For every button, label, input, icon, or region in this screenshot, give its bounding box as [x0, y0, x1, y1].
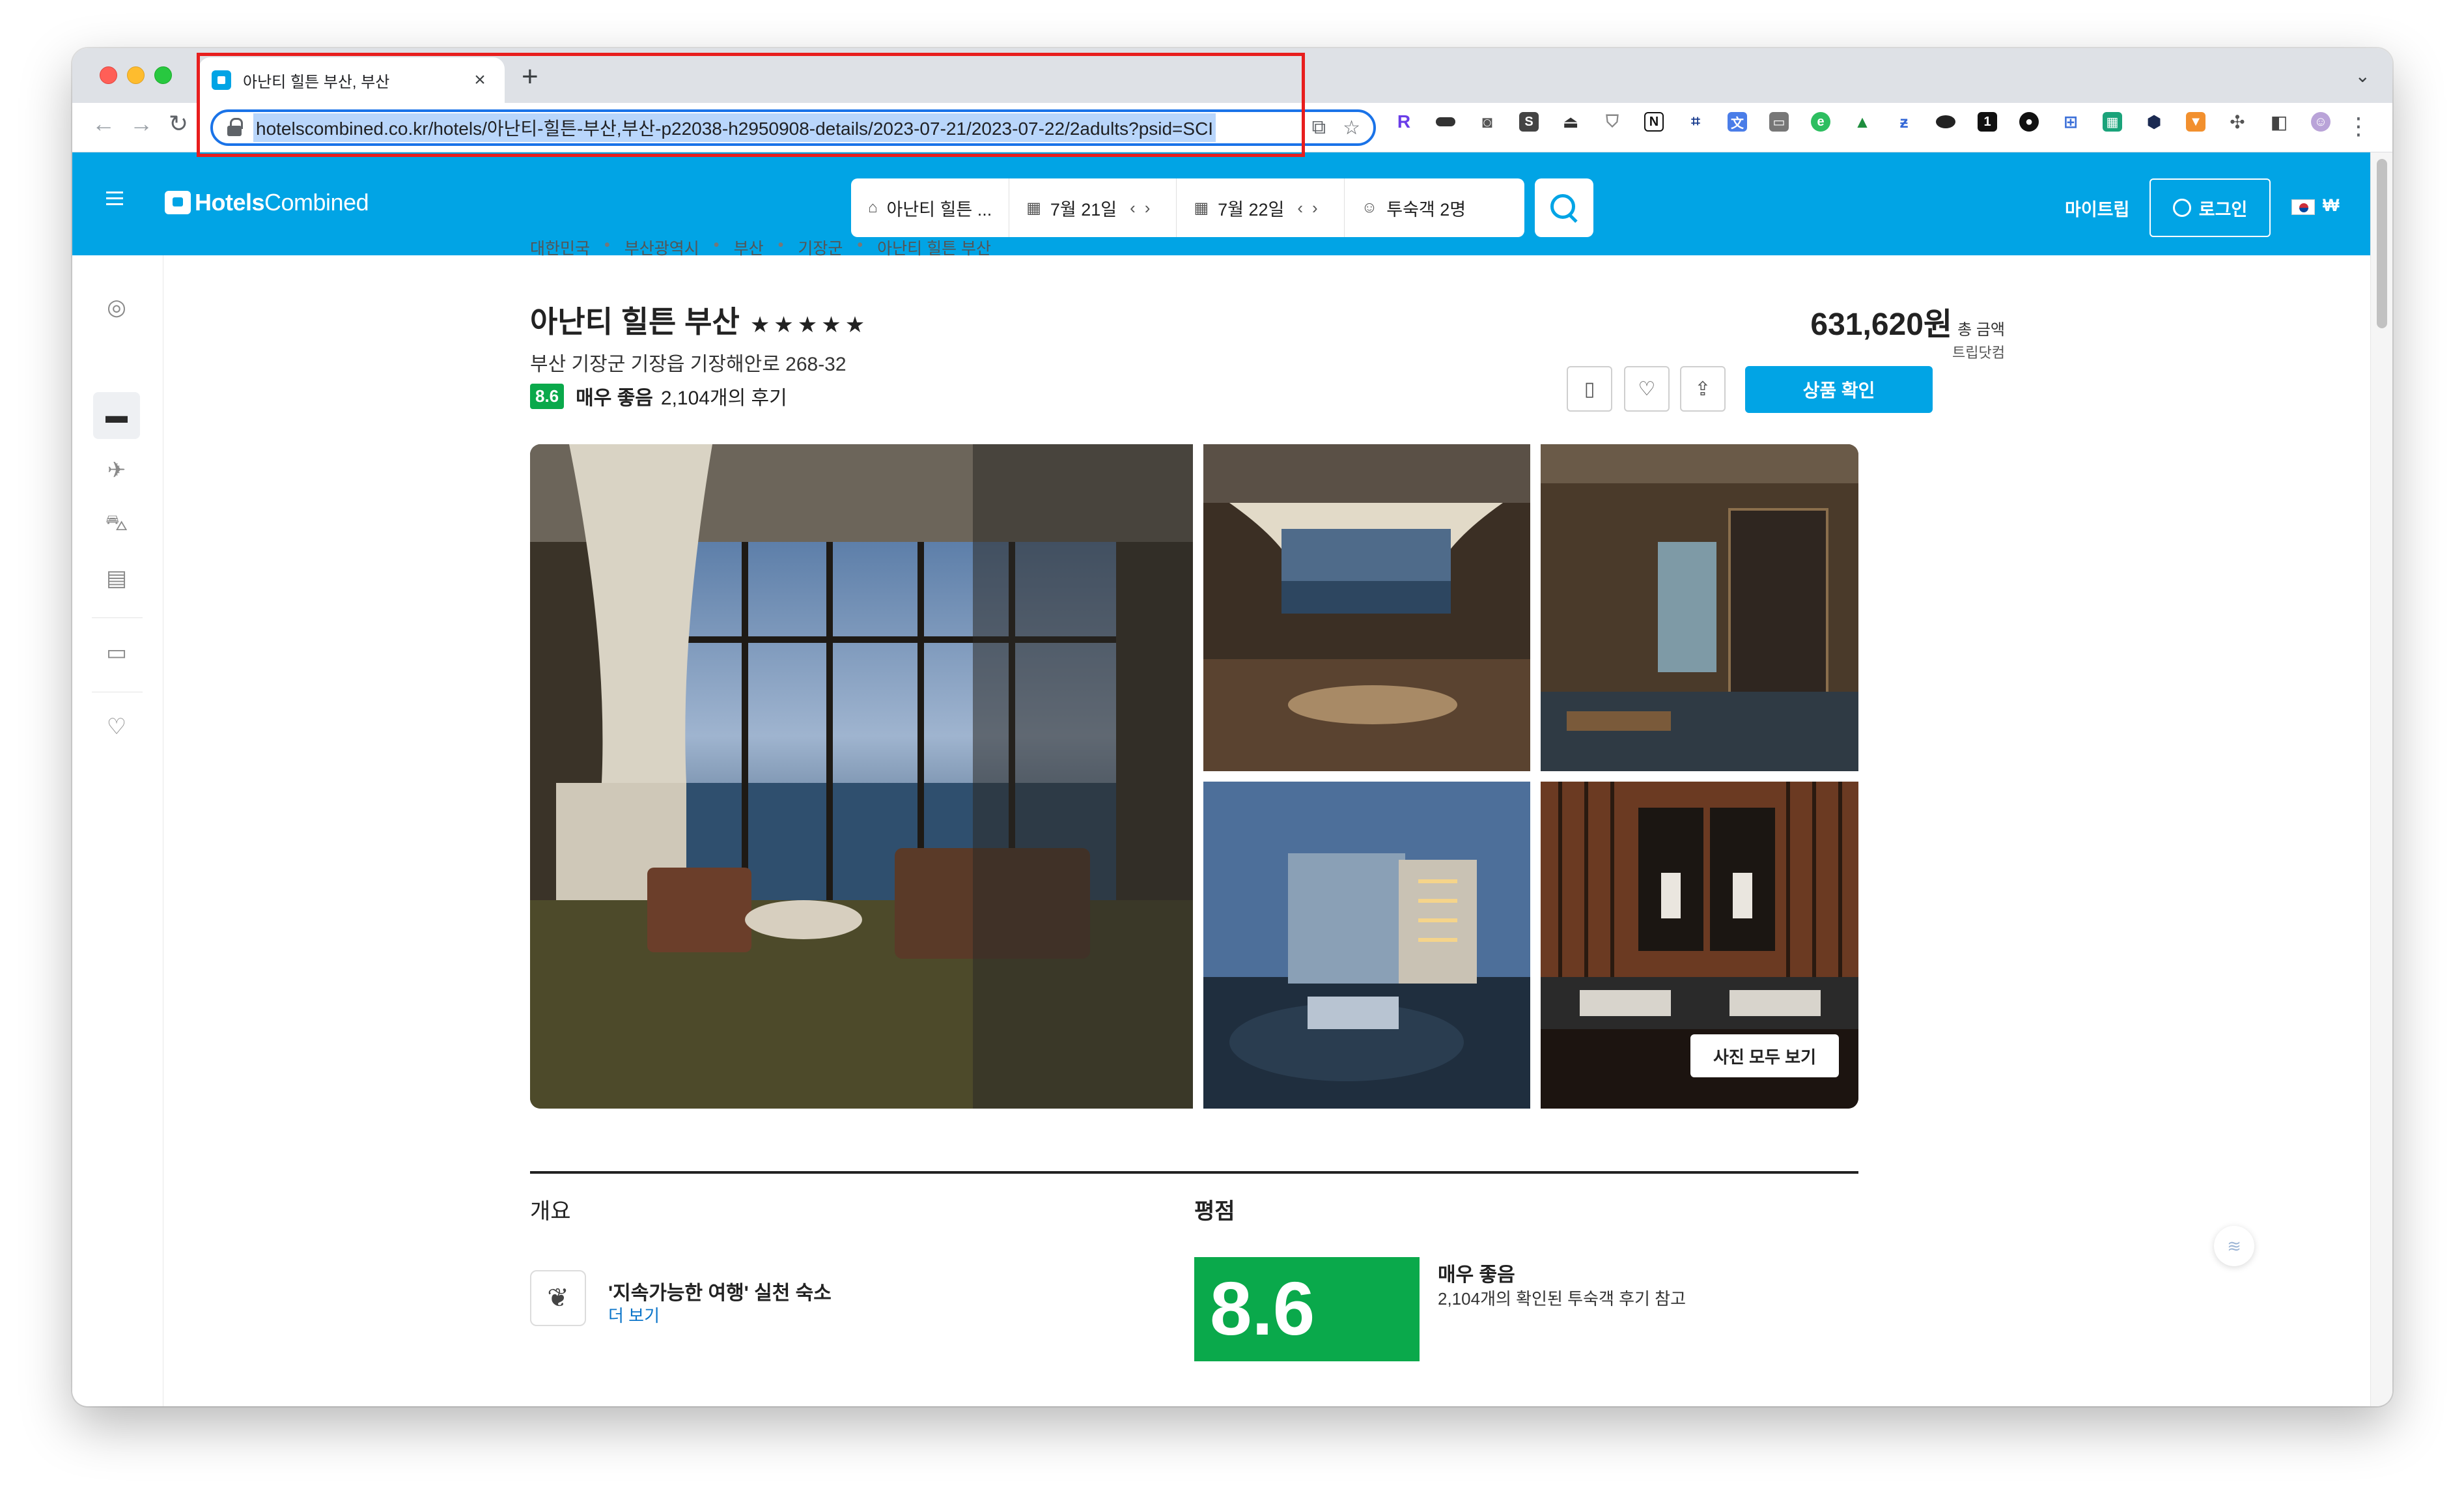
- breadcrumb-separator: •: [713, 236, 720, 254]
- price-amount: 631,620원: [1810, 307, 1953, 342]
- gallery-photo-exterior[interactable]: [1203, 782, 1530, 1109]
- score-badge: 8.6: [530, 383, 565, 409]
- overall-score-label: 매우 좋음: [1438, 1264, 1515, 1286]
- review-count: 2,104개의 후기: [660, 388, 787, 409]
- eco-more-link[interactable]: 더 보기: [608, 1303, 660, 1327]
- breadcrumb-item[interactable]: 대한민국: [530, 236, 590, 259]
- view-all-photos-button[interactable]: 사진 모두 보기: [1690, 1034, 1839, 1077]
- breadcrumb-separator: •: [857, 236, 863, 254]
- overview-heading: 개요: [530, 1199, 571, 1224]
- breadcrumb-separator: •: [604, 236, 610, 254]
- gallery-photo-bathroom[interactable]: [1541, 444, 1858, 771]
- breadcrumb-item[interactable]: 아난티 힐튼 부산: [877, 236, 991, 259]
- heart-icon: ♡: [1638, 378, 1656, 400]
- gallery-photo-lobby[interactable]: [1203, 444, 1530, 771]
- save-button[interactable]: ♡: [1624, 366, 1670, 412]
- price-label: 총 금액: [1957, 321, 2005, 339]
- hotel-name: 아난티 힐튼 부산 ★★★★★: [530, 298, 869, 341]
- feedback-float-icon[interactable]: ≋: [2214, 1226, 2254, 1266]
- check-deal-button[interactable]: 상품 확인: [1745, 366, 1933, 413]
- rating-summary[interactable]: 8.6 매우 좋음 2,104개의 후기: [530, 382, 787, 410]
- share-icon: ⇪: [1694, 378, 1711, 400]
- breadcrumb: 대한민국 • 부산광역시 • 부산 • 기장군 • 아난티 힐튼 부산: [530, 236, 991, 259]
- map-button[interactable]: ▯: [1567, 366, 1612, 412]
- overall-score-subtitle: 2,104개의 확인된 투숙객 후기 참고: [1438, 1289, 1686, 1309]
- rating-label: 매우 좋음: [576, 388, 653, 409]
- breadcrumb-item[interactable]: 기장군: [798, 236, 843, 259]
- overall-score: 8.6: [1194, 1257, 1420, 1361]
- hotel-name-text: 아난티 힐튼 부산: [530, 305, 740, 339]
- leaf-icon: ❦: [530, 1270, 586, 1326]
- map-icon: ▯: [1584, 378, 1595, 400]
- share-button[interactable]: ⇪: [1680, 366, 1726, 412]
- star-rating: ★★★★★: [749, 313, 869, 337]
- eco-title: '지속가능한 여행' 실천 숙소: [608, 1282, 832, 1304]
- gallery-photo-lounge[interactable]: [530, 444, 1193, 1109]
- breadcrumb-item[interactable]: 부산광역시: [624, 236, 699, 259]
- rating-heading: 평점: [1194, 1199, 1235, 1224]
- breadcrumb-item[interactable]: 부산: [734, 236, 764, 259]
- price-provider: 트립닷컴: [1952, 345, 2005, 361]
- price-total: 631,620원 총 금액: [1810, 298, 2005, 344]
- section-divider: [530, 1171, 1858, 1174]
- breadcrumb-separator: •: [777, 236, 784, 254]
- page-content: 대한민국 • 부산광역시 • 부산 • 기장군 • 아난티 힐튼 부산 아난티 …: [0, 0, 2464, 1502]
- hotel-address: 부산 기장군 기장읍 기장해안로 268-32: [530, 354, 847, 375]
- photo-gallery: 사진 모두 보기: [530, 444, 1858, 1109]
